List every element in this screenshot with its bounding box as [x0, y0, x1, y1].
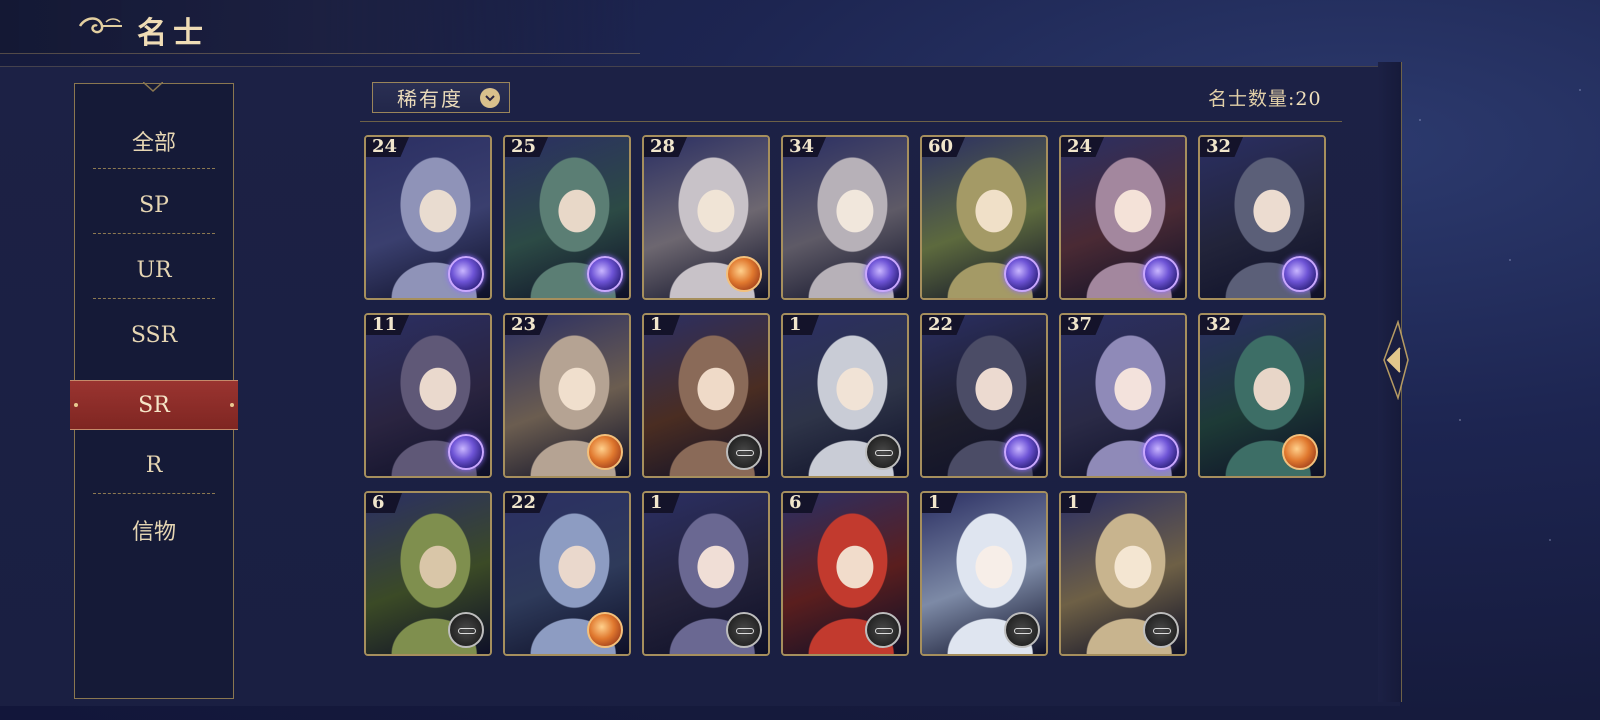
element-orb-icon: [587, 612, 623, 648]
element-orb-icon: [726, 256, 762, 292]
character-card[interactable]: 25: [503, 135, 631, 300]
active-ornament-dot: [230, 403, 234, 407]
element-orb-icon: [587, 256, 623, 292]
toolbar-divider: [360, 121, 1342, 122]
element-orb-icon: [448, 434, 484, 470]
element-orb-icon: [1143, 434, 1179, 470]
character-card[interactable]: 11: [364, 313, 492, 478]
element-orb-icon: [1143, 256, 1179, 292]
filter-r[interactable]: R: [75, 442, 233, 488]
filter-divider: [93, 233, 215, 234]
character-card[interactable]: 28: [642, 135, 770, 300]
element-orb-icon: [726, 434, 762, 470]
character-count-value: 20: [1295, 88, 1322, 110]
filter-divider: [93, 298, 215, 299]
sidebar-notch-ornament: [143, 82, 163, 92]
character-card[interactable]: 1: [781, 313, 909, 478]
element-orb-icon: [726, 612, 762, 648]
element-orb-icon: [865, 256, 901, 292]
character-card[interactable]: 22: [503, 491, 631, 656]
character-count-label: 名士数量:: [1208, 88, 1296, 110]
filter-sr[interactable]: SR: [70, 380, 238, 430]
character-card[interactable]: 22: [920, 313, 1048, 478]
filter-sr-label: SR: [138, 392, 170, 418]
element-orb-icon: [1004, 256, 1040, 292]
cloud-swirl-icon[interactable]: [76, 12, 126, 40]
element-orb-icon: [1282, 256, 1318, 292]
character-card[interactable]: 1: [920, 491, 1048, 656]
filter-divider: [93, 168, 215, 169]
character-card[interactable]: 24: [1059, 135, 1187, 300]
rarity-sort-dropdown[interactable]: 稀有度: [372, 82, 510, 113]
character-card[interactable]: 32: [1198, 313, 1326, 478]
rarity-filter-sidebar: 全部 SP UR SSR SR R 信物: [70, 82, 238, 699]
character-card[interactable]: 34: [781, 135, 909, 300]
character-grid: 24 25 28 34 60 24 32 11 23 1 1 22 37 32 6 22 1 6 1 1: [364, 135, 1344, 665]
character-card[interactable]: 60: [920, 135, 1048, 300]
character-card[interactable]: 37: [1059, 313, 1187, 478]
character-card[interactable]: 1: [1059, 491, 1187, 656]
filter-ur[interactable]: UR: [75, 247, 233, 293]
character-card[interactable]: 32: [1198, 135, 1326, 300]
element-orb-icon: [448, 612, 484, 648]
element-orb-icon: [865, 612, 901, 648]
filter-ssr[interactable]: SSR: [75, 312, 233, 358]
filter-keepsake[interactable]: 信物: [75, 507, 233, 553]
sort-dropdown-label: 稀有度: [397, 87, 463, 111]
filter-all[interactable]: 全部: [75, 118, 233, 164]
element-orb-icon: [1004, 612, 1040, 648]
filter-divider: [93, 493, 215, 494]
chevron-down-icon: [480, 88, 500, 108]
page-title: 名士: [137, 16, 209, 51]
element-orb-icon: [1282, 434, 1318, 470]
element-orb-icon: [1004, 434, 1040, 470]
element-orb-icon: [448, 256, 484, 292]
page-header: 名士: [0, 0, 640, 54]
character-card[interactable]: 1: [642, 313, 770, 478]
filter-sp[interactable]: SP: [75, 182, 233, 228]
expand-arrow-icon[interactable]: [1374, 320, 1410, 400]
character-card[interactable]: 6: [364, 491, 492, 656]
character-count: 名士数量:20: [1208, 84, 1322, 111]
character-card[interactable]: 6: [781, 491, 909, 656]
active-ornament-dot: [74, 403, 78, 407]
character-card[interactable]: 24: [364, 135, 492, 300]
character-card[interactable]: 1: [642, 491, 770, 656]
element-orb-icon: [587, 434, 623, 470]
element-orb-icon: [865, 434, 901, 470]
element-orb-icon: [1143, 612, 1179, 648]
character-card[interactable]: 23: [503, 313, 631, 478]
